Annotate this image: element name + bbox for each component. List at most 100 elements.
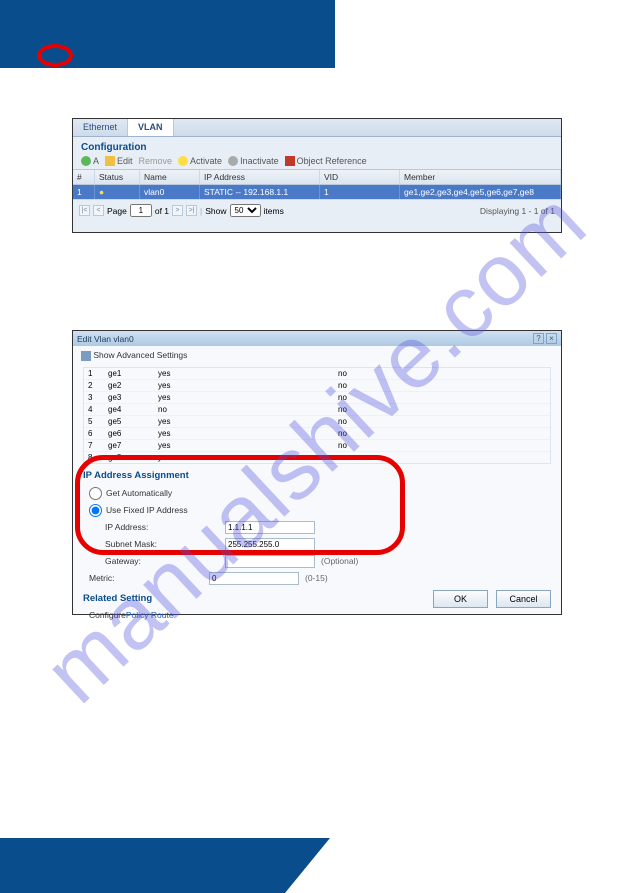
port-v1: yes bbox=[154, 392, 334, 403]
cell-member: ge1,ge2,ge3,ge4,ge5,ge6,ge7,ge8 bbox=[400, 185, 561, 199]
gear-icon bbox=[81, 351, 91, 361]
port-idx: 6 bbox=[84, 428, 104, 439]
list-item: 5ge5yesno bbox=[84, 416, 550, 428]
first-page-icon[interactable]: |< bbox=[79, 205, 90, 216]
page-header-wedge bbox=[290, 0, 335, 68]
dialog-buttons: OK Cancel bbox=[433, 590, 551, 608]
red-circle-annotation-2 bbox=[75, 455, 405, 555]
gw-label: Gateway: bbox=[105, 556, 225, 566]
metric-label: Metric: bbox=[89, 573, 209, 583]
add-button[interactable]: A bbox=[81, 156, 99, 166]
dialog-titlebar: Edit Vlan vlan0 ? × bbox=[73, 331, 561, 346]
port-v1: yes bbox=[154, 428, 334, 439]
ok-button[interactable]: OK bbox=[433, 590, 488, 608]
port-v1: no bbox=[154, 404, 334, 415]
page-footer-cut bbox=[285, 838, 330, 893]
metric-input[interactable] bbox=[209, 572, 299, 585]
remove-label: Remove bbox=[139, 156, 173, 166]
row-metric: Metric: (0-15) bbox=[89, 570, 545, 587]
help-icon[interactable]: ? bbox=[533, 333, 544, 344]
port-idx: 4 bbox=[84, 404, 104, 415]
add-label: A bbox=[93, 156, 99, 166]
port-idx: 7 bbox=[84, 440, 104, 451]
port-v1: yes bbox=[154, 440, 334, 451]
col-name: Name bbox=[140, 170, 200, 184]
list-item: 7ge7yesno bbox=[84, 440, 550, 452]
section-config-title: Configuration bbox=[73, 137, 561, 153]
remove-button[interactable]: Remove bbox=[139, 156, 173, 166]
port-idx: 1 bbox=[84, 368, 104, 379]
related-form: Configure Policy Route bbox=[73, 606, 561, 624]
items-label: items bbox=[264, 206, 284, 216]
tabstrip: Ethernet VLAN bbox=[73, 119, 561, 137]
plus-icon bbox=[81, 156, 91, 166]
close-icon[interactable]: × bbox=[546, 333, 557, 344]
cell-ip: STATIC -- 192.168.1.1 bbox=[200, 185, 320, 199]
col-member: Member bbox=[400, 170, 561, 184]
port-v2: no bbox=[334, 416, 550, 427]
port-v1: yes bbox=[154, 368, 334, 379]
inactivate-label: Inactivate bbox=[240, 156, 279, 166]
port-idx: 3 bbox=[84, 392, 104, 403]
policy-route-link[interactable]: Policy Route bbox=[126, 610, 174, 620]
col-num: # bbox=[73, 170, 95, 184]
cell-num: 1 bbox=[73, 185, 95, 199]
pencil-icon bbox=[105, 156, 115, 166]
list-item: 6ge6yesno bbox=[84, 428, 550, 440]
reference-icon bbox=[285, 156, 295, 166]
port-name: ge3 bbox=[104, 392, 154, 403]
displaying-text: Displaying 1 - 1 of 1 bbox=[480, 206, 555, 216]
gw-input[interactable] bbox=[225, 555, 315, 568]
port-v2: no bbox=[334, 440, 550, 451]
related-text: Configure bbox=[89, 610, 126, 620]
port-v2: no bbox=[334, 428, 550, 439]
edit-button[interactable]: Edit bbox=[105, 156, 133, 166]
bulb-on-icon bbox=[178, 156, 188, 166]
config-panel: Ethernet VLAN Configuration A Edit Remov… bbox=[72, 118, 562, 233]
bulb-off-icon bbox=[228, 156, 238, 166]
grid-header-row: # Status Name IP Address VID Member bbox=[73, 169, 561, 185]
toolbar: A Edit Remove Activate Inactivate Object… bbox=[73, 153, 561, 169]
port-name: ge1 bbox=[104, 368, 154, 379]
metric-hint: (0-15) bbox=[305, 573, 328, 583]
cancel-button[interactable]: Cancel bbox=[496, 590, 551, 608]
object-ref-button[interactable]: Object Reference bbox=[285, 156, 367, 166]
last-page-icon[interactable]: >| bbox=[186, 205, 197, 216]
tab-ethernet[interactable]: Ethernet bbox=[73, 119, 128, 136]
port-v2: no bbox=[334, 404, 550, 415]
next-page-icon[interactable]: > bbox=[172, 205, 183, 216]
port-idx: 5 bbox=[84, 416, 104, 427]
show-advanced-label: Show Advanced Settings bbox=[93, 350, 187, 360]
page-of: of 1 bbox=[155, 206, 169, 216]
activate-button[interactable]: Activate bbox=[178, 156, 222, 166]
port-idx: 2 bbox=[84, 380, 104, 391]
show-select[interactable]: 50 bbox=[230, 204, 261, 217]
cell-vid: 1 bbox=[320, 185, 400, 199]
port-name: ge4 bbox=[104, 404, 154, 415]
col-ip: IP Address bbox=[200, 170, 320, 184]
pager: |< < Page of 1 > >| | Show 50 items Disp… bbox=[73, 199, 561, 221]
window-controls: ? × bbox=[533, 333, 557, 344]
col-vid: VID bbox=[320, 170, 400, 184]
list-item: 2ge2yesno bbox=[84, 380, 550, 392]
port-v2: no bbox=[334, 368, 550, 379]
row-gateway: Gateway: (Optional) bbox=[89, 553, 545, 570]
port-name: ge2 bbox=[104, 380, 154, 391]
show-label: Show bbox=[205, 206, 226, 216]
row-related: Configure Policy Route bbox=[89, 608, 545, 622]
dialog-title: Edit Vlan vlan0 bbox=[77, 334, 134, 344]
prev-page-icon[interactable]: < bbox=[93, 205, 104, 216]
list-item: 3ge3yesno bbox=[84, 392, 550, 404]
inactivate-button[interactable]: Inactivate bbox=[228, 156, 279, 166]
page-input[interactable] bbox=[130, 204, 152, 217]
page-footer-cut2 bbox=[330, 838, 630, 893]
red-circle-annotation-1 bbox=[37, 44, 73, 67]
tab-vlan[interactable]: VLAN bbox=[128, 119, 174, 136]
port-name: ge6 bbox=[104, 428, 154, 439]
list-item: 4ge4nono bbox=[84, 404, 550, 416]
port-list: 1ge1yesno2ge2yesno3ge3yesno4ge4nono5ge5y… bbox=[83, 367, 551, 464]
list-item: 1ge1yesno bbox=[84, 368, 550, 380]
table-row[interactable]: 1 ● vlan0 STATIC -- 192.168.1.1 1 ge1,ge… bbox=[73, 185, 561, 199]
activate-label: Activate bbox=[190, 156, 222, 166]
show-advanced-toggle[interactable]: Show Advanced Settings bbox=[73, 346, 561, 365]
